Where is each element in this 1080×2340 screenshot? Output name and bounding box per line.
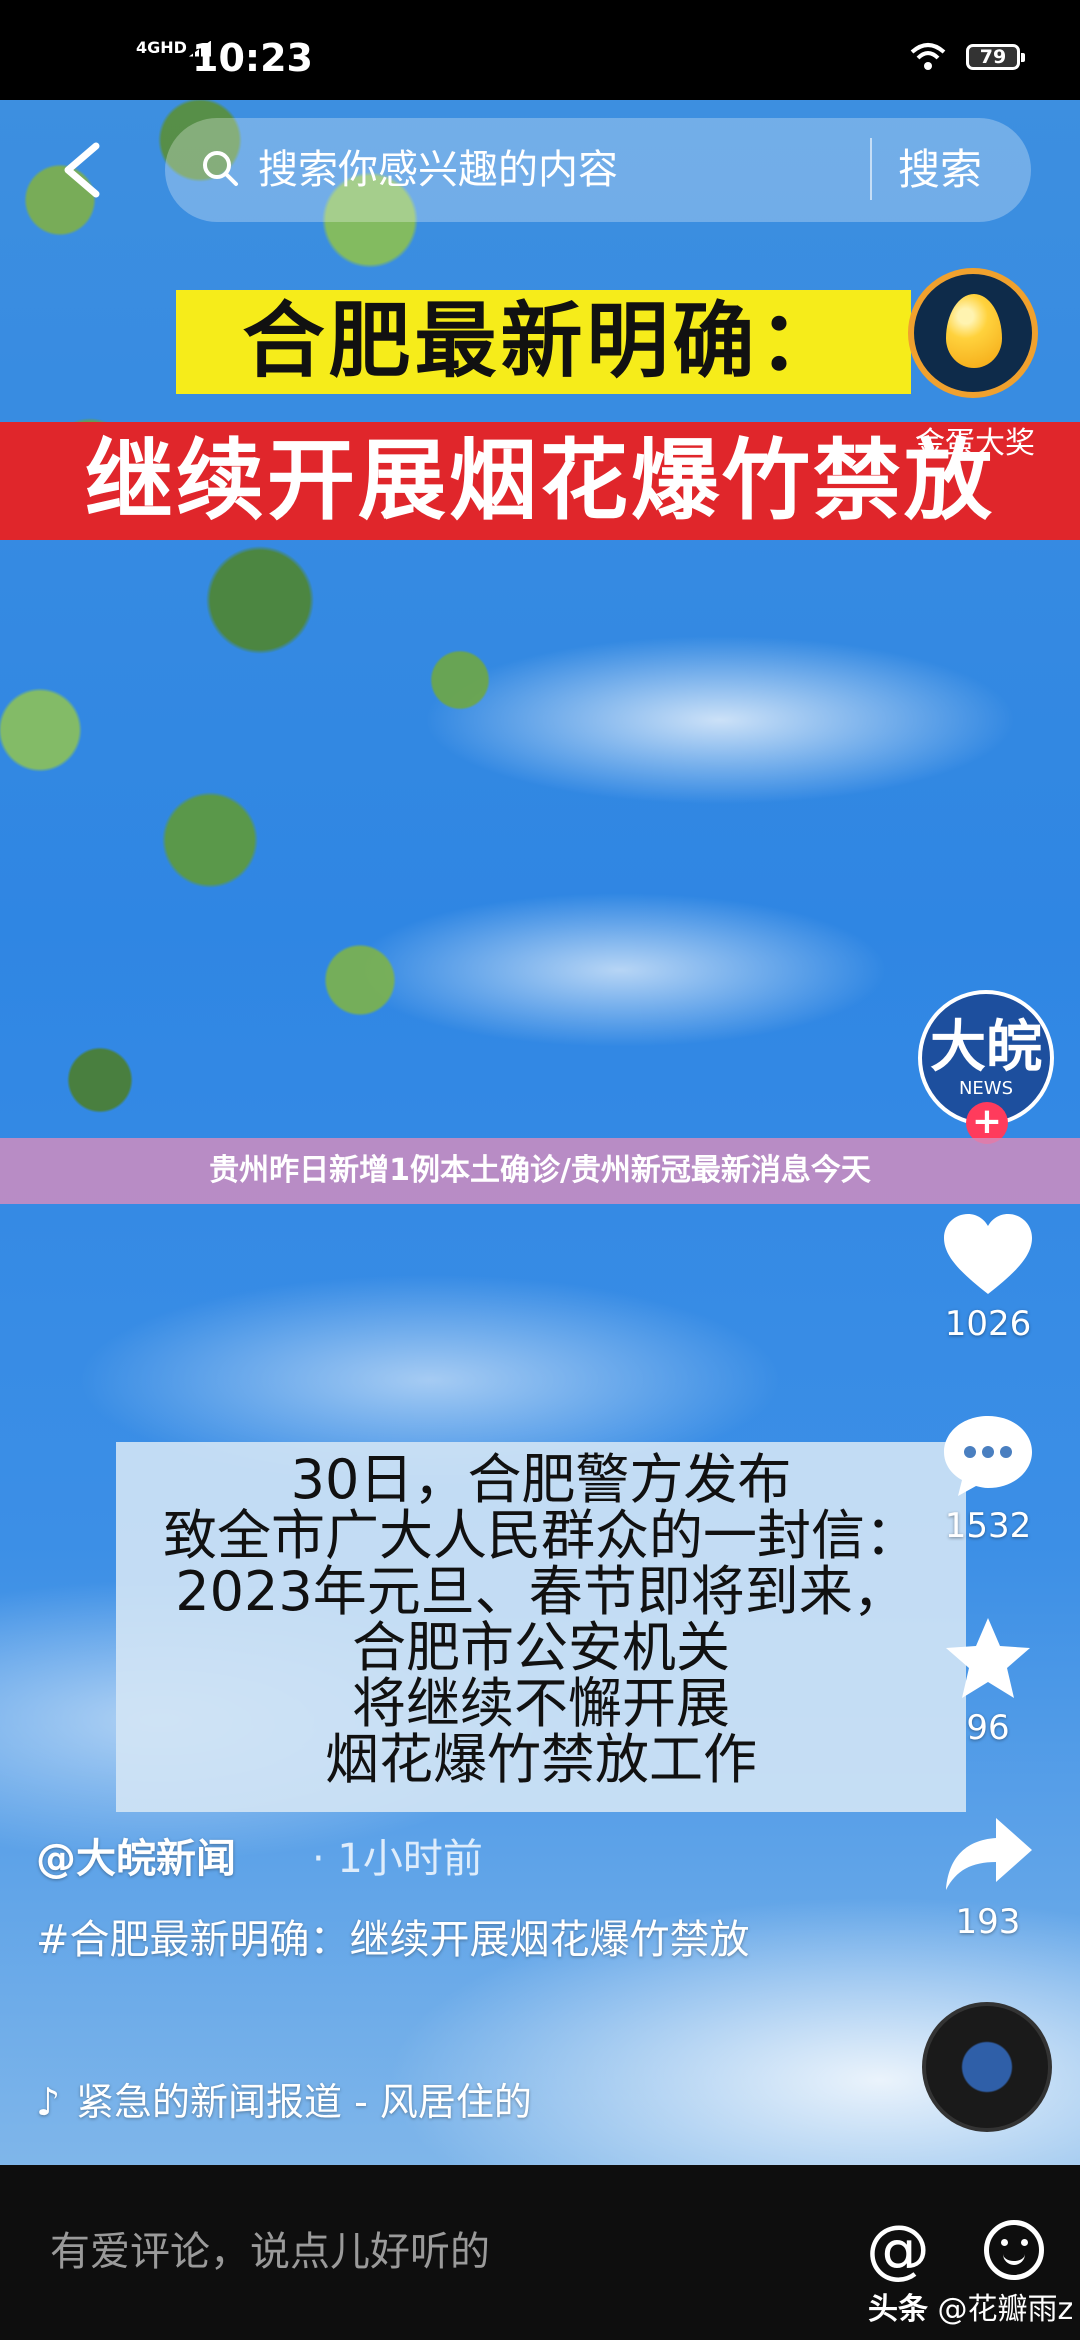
- avatar-logo-text: 大皖: [930, 1014, 1042, 1080]
- comment-input[interactable]: 有爱评论，说点儿好听的: [50, 2226, 490, 2278]
- emoji-icon[interactable]: [984, 2220, 1044, 2280]
- overlay-caption: 贵州昨日新增1例本土确诊/贵州新冠最新消息今天: [209, 1153, 871, 1188]
- favorite-button[interactable]: 96: [930, 1614, 1046, 1748]
- like-count: 1026: [944, 1304, 1032, 1344]
- battery-icon: 79: [966, 44, 1025, 70]
- creator-handle[interactable]: @大皖新闻: [36, 1832, 236, 1886]
- comment-count: 1532: [944, 1506, 1032, 1546]
- search-input[interactable]: 搜索你感兴趣的内容: [258, 140, 778, 200]
- notice-card: 30日，合肥警方发布 致全市广大人民群众的一封信： 2023年元旦、春节即将到来…: [116, 1442, 966, 1812]
- back-arrow-icon[interactable]: [54, 138, 114, 202]
- golden-egg-label: 金蛋大奖: [915, 426, 1035, 461]
- favorite-count: 96: [966, 1708, 1010, 1748]
- notice-line: 将继续不懈开展: [352, 1672, 730, 1735]
- notice-line: 2023年元旦、春节即将到来，: [175, 1560, 907, 1623]
- at-mention-icon[interactable]: @: [866, 2218, 930, 2282]
- notice-line: 30日，合肥警方发布: [290, 1448, 792, 1511]
- heart-icon: [944, 1214, 1032, 1294]
- share-arrow-icon: [946, 1818, 1032, 1890]
- music-info[interactable]: ♪ 紧急的新闻报道 - 风居住的: [36, 2076, 596, 2128]
- golden-egg-widget[interactable]: [908, 268, 1038, 398]
- search-button[interactable]: 搜索: [898, 140, 1010, 200]
- watermark: 头条 @花瓣雨z: [868, 2290, 1073, 2330]
- watermark-user: @花瓣雨z: [937, 2292, 1074, 2327]
- share-button[interactable]: 193: [930, 1812, 1046, 1942]
- comment-bubble-icon: [944, 1416, 1032, 1496]
- music-title: 紧急的新闻报道 - 风居住的: [76, 2080, 532, 2124]
- search-divider: [870, 138, 872, 200]
- watermark-brand: 头条: [868, 2292, 928, 2327]
- video-caption[interactable]: #合肥最新明确：继续开展烟花爆竹禁放: [36, 1912, 776, 1968]
- notice-line: 致全市广大人民群众的一封信：: [163, 1504, 919, 1567]
- search-icon: [200, 148, 240, 188]
- music-disc-icon[interactable]: [922, 2002, 1052, 2132]
- notice-line: 合肥市公安机关: [352, 1616, 730, 1679]
- golden-egg-icon: [946, 294, 1002, 368]
- music-note-icon: ♪: [36, 2080, 61, 2124]
- status-time: 10:23: [192, 36, 313, 80]
- status-bar: 4GHD 10:23 79: [0, 0, 1080, 100]
- post-time: · 1小时前: [312, 1836, 483, 1882]
- headline-top: 合肥最新明确：: [176, 290, 911, 394]
- comment-button[interactable]: 1532: [930, 1410, 1046, 1546]
- share-count: 193: [955, 1902, 1021, 1942]
- leaves-background: [0, 100, 640, 1280]
- like-button[interactable]: 1026: [930, 1210, 1046, 1344]
- notice-line: 烟花爆竹禁放工作: [325, 1728, 757, 1791]
- star-icon: [946, 1618, 1030, 1698]
- avatar-logo-sub: NEWS: [958, 1078, 1014, 1099]
- wifi-icon: [910, 42, 946, 78]
